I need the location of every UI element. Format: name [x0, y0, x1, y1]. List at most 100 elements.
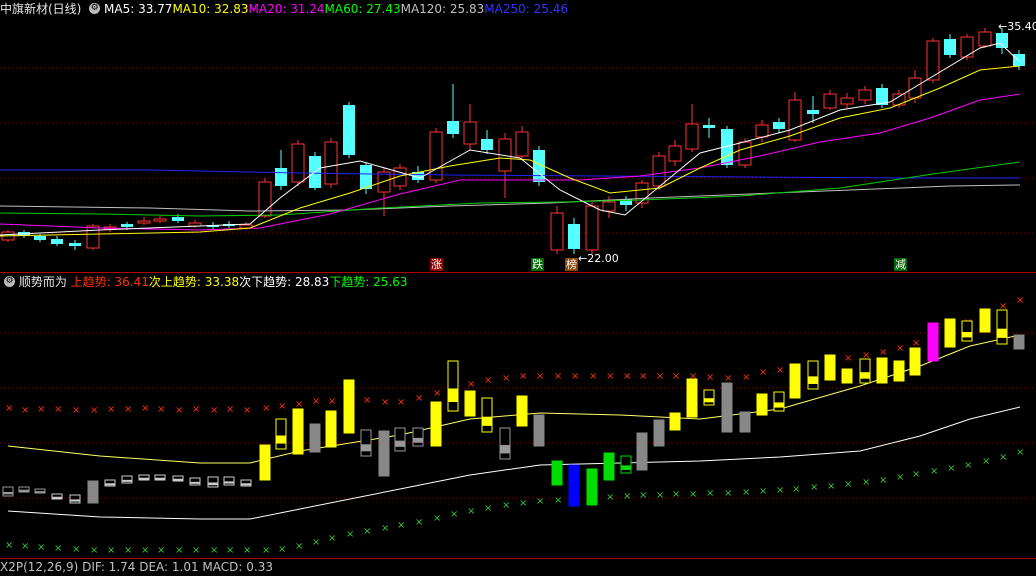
trend-box: [893, 360, 905, 382]
candle-body-up: [652, 155, 666, 187]
upper-trend-marker: ×: [912, 338, 920, 349]
trend-box: [927, 322, 939, 362]
lower-trend-marker: ×: [912, 469, 920, 480]
trend-box: [325, 410, 337, 448]
ma-legend-item: MA20: 31.24: [248, 2, 325, 16]
upper-trend-marker: ×: [90, 405, 98, 416]
trend-box-fill: [276, 435, 286, 444]
candle-body-down: [568, 224, 580, 249]
trend-box-fill: [621, 465, 631, 470]
trend-box: [69, 494, 81, 504]
lower-trend-marker: ×: [433, 513, 441, 524]
upper-trend-marker: ×: [519, 371, 527, 382]
upper-trend-marker: ×: [571, 371, 579, 382]
trend-box: [499, 427, 511, 460]
upper-trend-marker: ×: [467, 379, 475, 390]
trend-box: [223, 476, 235, 486]
candle-body-down: [1013, 54, 1025, 66]
upper-trend-marker: ×: [759, 367, 767, 378]
candle-body-up: [738, 141, 752, 166]
trend-box-fill: [704, 398, 714, 403]
trend-box: [876, 357, 888, 384]
lower-trend-marker: ×: [502, 500, 510, 511]
trend-box: [378, 430, 390, 477]
candle-body-up: [515, 131, 529, 157]
candle-body-up: [550, 212, 564, 251]
upper-trend-marker: ×: [484, 375, 492, 386]
trend-box-fill: [139, 477, 149, 480]
candle-body-down: [447, 121, 459, 134]
trend-box: [961, 320, 973, 342]
upper-trend-marker: ×: [672, 371, 680, 382]
trend-box: [721, 382, 733, 433]
trend-box: [2, 486, 14, 497]
lower-trend-marker: ×: [896, 472, 904, 483]
trend-box: [841, 368, 853, 384]
candle-body-up: [377, 171, 391, 193]
lower-trend-marker: ×: [759, 486, 767, 497]
low-price-label: ←22.00: [578, 252, 619, 265]
upper-trend-marker: ×: [175, 405, 183, 416]
upper-trend-marker: ×: [262, 403, 270, 414]
settings-gear-icon[interactable]: ⚙: [89, 3, 101, 14]
upper-trend-marker: ×: [381, 397, 389, 408]
trend-box: [551, 460, 563, 486]
lower-trend-marker: ×: [606, 492, 614, 503]
trend-box-fill: [500, 445, 510, 454]
candle-body-down: [275, 168, 287, 186]
lower-trend-marker: ×: [862, 477, 870, 488]
upper-trend-marker: ×: [21, 405, 29, 416]
trend-box-fill: [105, 483, 115, 486]
indicator-legend-item: 次下趋势: 28.83: [239, 275, 330, 289]
settings-gear-icon[interactable]: ⚙: [4, 276, 15, 287]
trend-box: [275, 418, 287, 450]
trend-box: [259, 444, 271, 481]
lower-trend-marker: ×: [999, 452, 1007, 463]
ma-legend-item: MA60: 27.43: [324, 2, 401, 16]
lower-trend-marker: ×: [1016, 447, 1024, 458]
upper-trend-marker: ×: [554, 371, 562, 382]
indicator-legend-items: 上趋势: 36.41次上趋势: 33.38次下趋势: 28.83下趋势: 25.…: [71, 275, 408, 289]
lower-trend-marker: ×: [397, 520, 405, 531]
lower-trend-marker: ×: [124, 545, 132, 556]
lower-trend-marker: ×: [982, 456, 990, 467]
candle-body-down: [996, 33, 1008, 48]
candle-body-up: [429, 131, 443, 181]
trend-box: [739, 411, 751, 433]
upper-trend-marker: ×: [243, 405, 251, 416]
candle-body-up: [960, 36, 974, 58]
lower-trend-marker: ×: [639, 490, 647, 501]
lower-trend-marker: ×: [656, 490, 664, 501]
lower-trend-marker: ×: [776, 485, 784, 496]
upper-trend-marker: ×: [879, 347, 887, 358]
upper-trend-marker: ×: [606, 371, 614, 382]
upper-trend-marker: ×: [54, 404, 62, 415]
lower-trend-marker: ×: [312, 537, 320, 548]
upper-trend-marker: ×: [415, 393, 423, 404]
lower-trend-marker: ×: [689, 489, 697, 500]
upper-trend-marker: ×: [107, 404, 115, 415]
candlestick-chart[interactable]: ←35.40 ←22.00: [0, 18, 1036, 273]
trend-box: [789, 363, 801, 399]
upper-trend-marker: ×: [295, 399, 303, 410]
candle-body-up: [668, 145, 682, 162]
trend-box: [87, 480, 99, 504]
lower-trend-marker: ×: [363, 526, 371, 537]
trend-box: [121, 475, 133, 484]
upper-trend-marker: ×: [37, 404, 45, 415]
lower-trend-marker: ×: [706, 488, 714, 499]
trend-box-fill: [395, 440, 405, 447]
lower-trend-marker: ×: [54, 543, 62, 554]
lower-trend-marker: ×: [415, 517, 423, 528]
trend-box: [773, 391, 785, 412]
trend-box-fill: [774, 402, 784, 408]
trend-box-fill: [208, 482, 218, 486]
trend-box: [447, 360, 459, 412]
signal-marker: 减: [894, 258, 907, 271]
lower-trend-marker: ×: [844, 479, 852, 490]
candle-body-up: [137, 220, 151, 224]
trend-indicator-chart[interactable]: × × × × × × × × × × × × × × × × × × × × × × × × × × × × × × × × × × × × × × × ×…: [0, 291, 1036, 558]
upper-trend-marker: ×: [124, 404, 132, 415]
candle-body-up: [858, 89, 872, 101]
trend-box: [481, 397, 493, 433]
